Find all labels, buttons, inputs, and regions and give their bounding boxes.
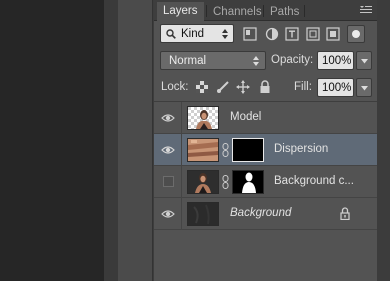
opacity-input[interactable]: 100%	[317, 51, 354, 70]
row-divider	[181, 102, 182, 134]
collapsed-panel-strip	[118, 0, 153, 281]
tab-paths[interactable]: Paths	[264, 3, 305, 21]
lock-position-icon[interactable]	[236, 80, 250, 94]
chevron-down-icon	[361, 59, 368, 64]
lock-all-icon[interactable]	[258, 80, 272, 94]
opacity-value: 100%	[322, 55, 352, 67]
blend-mode-value: Normal	[169, 55, 207, 67]
layer-name[interactable]: Background	[230, 207, 291, 219]
scroll-gutter	[104, 0, 118, 281]
layer-row-background-copy[interactable]: Background c...	[154, 166, 378, 198]
adjustment-filter-icon[interactable]	[265, 27, 279, 41]
layer-mask-thumbnail[interactable]	[232, 138, 264, 162]
lock-transparent-pixels-icon[interactable]	[196, 81, 208, 93]
updown-arrows-icon	[253, 56, 259, 66]
opacity-dropdown-button[interactable]	[356, 51, 372, 70]
filter-toggle-button[interactable]	[347, 25, 365, 43]
link-chain-icon[interactable]	[222, 175, 229, 189]
layer-thumbnail[interactable]	[187, 170, 219, 194]
fill-input[interactable]: 100%	[317, 78, 354, 97]
tab-channels[interactable]: Channels	[207, 3, 268, 21]
row-divider	[181, 134, 182, 166]
tab-layers[interactable]: Layers	[157, 2, 204, 22]
visibility-toggle-off[interactable]	[163, 176, 174, 187]
dark-texture-thumbnail	[188, 203, 218, 225]
layer-thumbnail[interactable]	[187, 202, 219, 226]
tab-divider	[304, 5, 305, 17]
layer-name[interactable]: Model	[230, 111, 261, 123]
fill-label: Fill:	[294, 81, 312, 93]
layer-thumbnail[interactable]	[187, 106, 219, 130]
model-dark-thumbnail	[188, 171, 218, 193]
document-canvas[interactable]	[0, 0, 104, 281]
layer-mask-thumbnail[interactable]	[232, 170, 264, 194]
model-photo-thumbnail	[188, 107, 218, 129]
layer-name[interactable]: Background c...	[274, 175, 354, 187]
opacity-label: Opacity:	[271, 54, 314, 66]
row-divider	[181, 198, 182, 230]
fill-value: 100%	[322, 82, 352, 94]
link-chain-icon[interactable]	[222, 143, 229, 157]
dispersion-photo-thumbnail	[188, 139, 218, 161]
updown-arrows-icon	[222, 29, 228, 39]
layers-panel: Layers Channels Paths Kind Normal Opacit…	[153, 0, 378, 281]
lock-label: Lock:	[161, 81, 189, 93]
smart-object-filter-icon[interactable]	[326, 27, 340, 41]
lock-image-pixels-icon[interactable]	[216, 80, 230, 94]
filter-kind-select[interactable]: Kind	[160, 24, 234, 43]
pixel-filter-icon[interactable]	[243, 27, 257, 41]
layer-thumbnail[interactable]	[187, 138, 219, 162]
layer-row-dispersion[interactable]: Dispersion	[154, 134, 378, 166]
visibility-eye-icon[interactable]	[161, 207, 175, 221]
toggle-dot-icon	[352, 30, 360, 38]
fill-dropdown-button[interactable]	[356, 78, 372, 97]
visibility-eye-icon[interactable]	[161, 143, 175, 157]
layer-lock-icon	[340, 207, 350, 220]
type-filter-icon[interactable]	[285, 27, 299, 41]
layer-row-background[interactable]: Background	[154, 198, 378, 230]
shape-filter-icon[interactable]	[306, 27, 320, 41]
row-divider	[181, 166, 182, 198]
panel-menu-icon[interactable]	[360, 5, 372, 15]
layer-name[interactable]: Dispersion	[274, 143, 328, 155]
panel-scrollbar-strip[interactable]	[377, 0, 390, 281]
blend-mode-select[interactable]: Normal	[160, 51, 266, 70]
panel-tab-bar: Layers Channels Paths	[154, 0, 378, 22]
visibility-eye-icon[interactable]	[161, 111, 175, 125]
filter-kind-value: Kind	[181, 28, 205, 40]
silhouette-mask-icon	[233, 171, 263, 193]
layer-row-model[interactable]: Model	[154, 102, 378, 134]
search-icon	[166, 29, 176, 39]
chevron-down-icon	[361, 86, 368, 91]
